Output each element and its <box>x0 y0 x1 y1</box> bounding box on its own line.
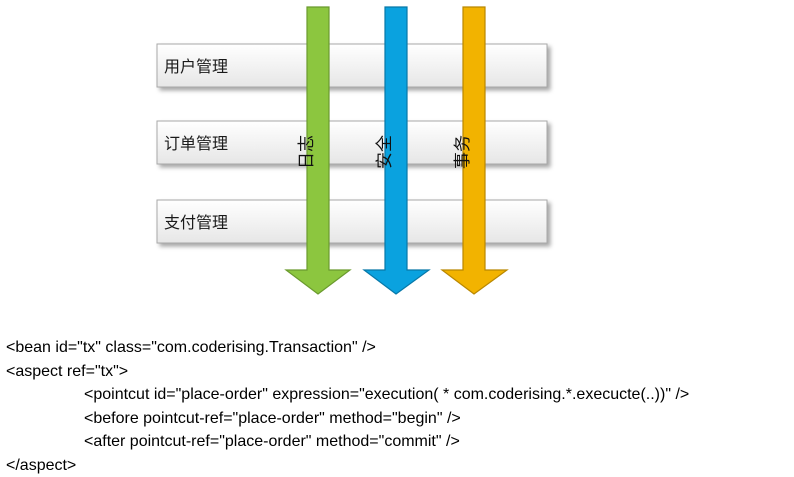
aspect-label-transaction: 事务 <box>453 135 473 169</box>
code-line-before: <before pointcut-ref="place-order" metho… <box>84 409 461 427</box>
code-line-bean: <bean id="tx" class="com.coderising.Tran… <box>6 339 376 356</box>
code-line-aspect-close: </aspect> <box>6 456 77 474</box>
config-code-block: <bean id="tx" class="com.coderising.Tran… <box>6 336 791 477</box>
module-bar-order: 订单管理 <box>156 120 548 165</box>
module-bar-payment: 支付管理 <box>156 199 548 244</box>
module-label-payment: 支付管理 <box>164 213 228 232</box>
aspect-label-security: 安全 <box>375 135 395 169</box>
module-bar-user: 用户管理 <box>156 43 548 88</box>
aspect-label-logging: 日志 <box>297 135 317 169</box>
module-label-user: 用户管理 <box>164 57 228 76</box>
aop-diagram: 用户管理 订单管理 支付管理 日志 安全 事务 <box>156 6 548 295</box>
code-line-aspect-open: <aspect ref="tx"> <box>6 362 129 380</box>
code-line-pointcut: <pointcut id="place-order" expression="e… <box>84 386 690 403</box>
module-label-order: 订单管理 <box>164 134 228 153</box>
code-line-after: <after pointcut-ref="place-order" method… <box>84 433 460 450</box>
